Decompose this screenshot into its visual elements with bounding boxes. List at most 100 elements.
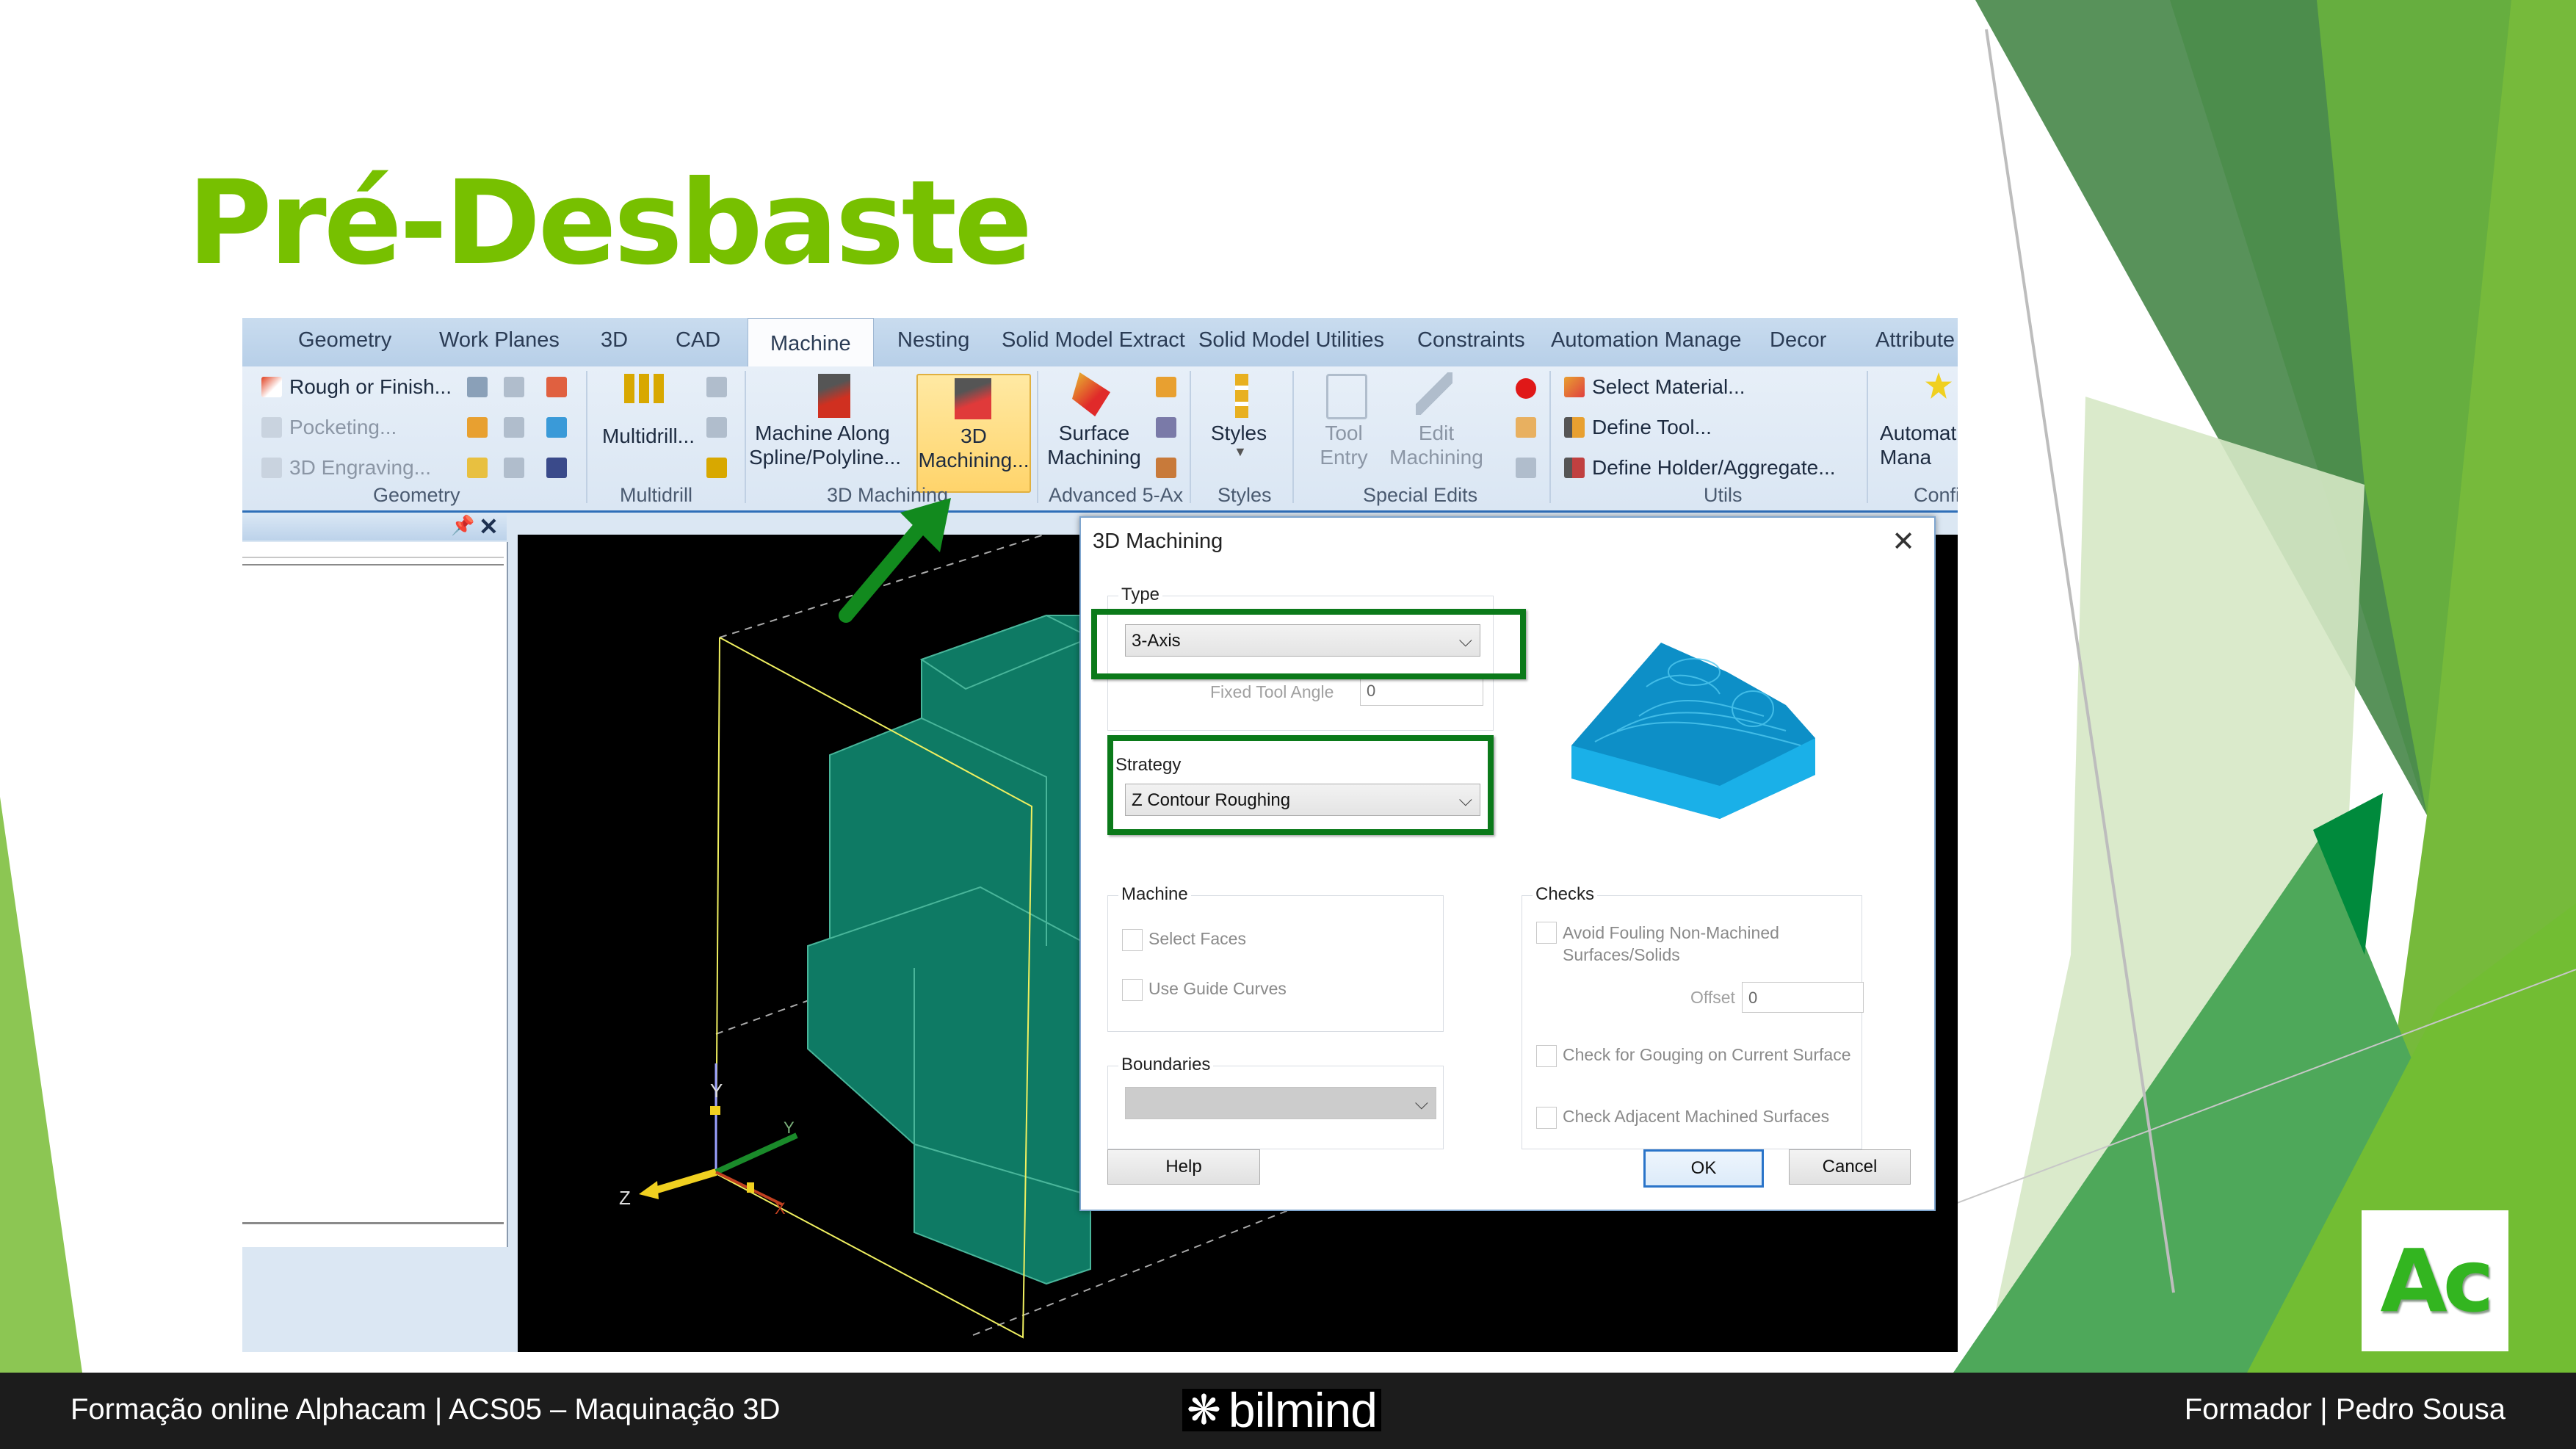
rough-or-finish-label: Rough or Finish... (289, 375, 452, 398)
drill-tool-icon[interactable] (706, 417, 727, 438)
machine-along-spline-icon (818, 374, 850, 418)
pin-icon[interactable]: 📌 (451, 514, 474, 537)
select-faces-checkbox[interactable]: Select Faces (1122, 929, 1246, 951)
close-panel-icon[interactable]: ✕ (479, 513, 499, 541)
pocketing-button[interactable]: Pocketing... (261, 416, 397, 439)
ok-button[interactable]: OK (1643, 1149, 1764, 1188)
define-holder-label: Define Holder/Aggregate... (1592, 456, 1836, 479)
check-gouging-checkbox[interactable]: Check for Gouging on Current Surface (1536, 1045, 1850, 1067)
pointer-arrow (839, 498, 951, 623)
5axis-tool-icon[interactable] (1156, 417, 1176, 438)
check-adjacent-checkbox[interactable]: Check Adjacent Machined Surfaces (1536, 1107, 1829, 1129)
tab-decor[interactable]: Decor (1770, 328, 1826, 353)
check-gouging-label: Check for Gouging on Current Surface (1563, 1045, 1851, 1064)
3d-machining-button[interactable]: 3D Machining... (916, 374, 1031, 493)
geometry-tool-icon[interactable] (467, 417, 488, 438)
tool-entry-button[interactable]: Tool Entry (1300, 421, 1388, 469)
close-icon[interactable]: ✕ (1892, 525, 1915, 558)
alphacam-logo: Ac (2362, 1210, 2508, 1351)
tab-cad[interactable]: CAD (676, 328, 720, 353)
select-material-button[interactable]: Select Material... (1564, 375, 1745, 399)
automation-manager-button[interactable]: Automat Mana (1873, 421, 1958, 469)
3d-engraving-button[interactable]: 3D Engraving... (261, 456, 431, 480)
boundaries-legend: Boundaries (1118, 1055, 1214, 1075)
5axis-tool-icon[interactable] (1156, 377, 1176, 397)
group-label-utils: Utils (1704, 484, 1743, 506)
5axis-tool-icon[interactable] (1156, 458, 1176, 478)
ribbon-tab-bar: Geometry Work Planes 3D CAD Machine Nest… (242, 318, 1958, 369)
chevron-down-icon: ⌵ (1414, 1094, 1428, 1113)
bilmind-logo-text: bilmind (1228, 1383, 1378, 1437)
tab-geometry[interactable]: Geometry (298, 328, 391, 353)
help-button[interactable]: Help (1107, 1149, 1260, 1185)
surface-machining-icon (1072, 372, 1110, 416)
record-icon[interactable] (1516, 378, 1536, 399)
machine-group: Machine (1107, 884, 1444, 1032)
edit-machining-button[interactable]: Edit Machining (1385, 421, 1488, 469)
boundaries-dropdown[interactable]: ⌵ (1125, 1087, 1436, 1119)
group-separator (1549, 371, 1551, 503)
footer-course-title: Formação online Alphacam | ACS05 – Maqui… (70, 1393, 781, 1425)
automation-star-icon (1925, 372, 1952, 399)
styles-dropdown-icon[interactable]: ▼ (1234, 444, 1247, 460)
pocketing-label: Pocketing... (289, 416, 397, 438)
geometry-tool-icon[interactable] (504, 417, 524, 438)
strategy-preview-image (1571, 643, 1815, 819)
tab-machine[interactable]: Machine (748, 318, 874, 369)
special-edit-icon[interactable] (1516, 458, 1536, 478)
geometry-tool-icon[interactable] (467, 458, 488, 478)
use-guide-curves-checkbox[interactable]: Use Guide Curves (1122, 979, 1287, 1001)
group-label-geometry: Geometry (373, 484, 460, 506)
geometry-tool-icon[interactable] (546, 417, 567, 438)
tab-attribute[interactable]: Attribute (1875, 328, 1955, 353)
side-panel-header: 📌 ✕ (242, 513, 507, 541)
machine-along-spline-button[interactable]: Machine Along Spline/Polyline... (749, 421, 901, 469)
geometry-tool-icon[interactable] (546, 377, 567, 397)
tab-constraints[interactable]: Constraints (1417, 328, 1525, 353)
group-label-styles: Styles (1218, 484, 1272, 506)
define-tool-button[interactable]: Define Tool... (1564, 416, 1712, 439)
3d-machining-label: 3D Machining... (918, 424, 1030, 471)
tab-nesting[interactable]: Nesting (897, 328, 969, 353)
drill-tool-icon[interactable] (706, 458, 727, 478)
type-legend: Type (1118, 585, 1163, 605)
footer-trainer: Formador | Pedro Sousa (2184, 1393, 2506, 1425)
pocketing-icon (261, 417, 282, 438)
geometry-tool-icon[interactable] (467, 377, 488, 397)
type-highlight-box (1091, 609, 1526, 679)
geometry-tool-icon[interactable] (504, 377, 524, 397)
checkbox-box (1122, 929, 1143, 951)
side-panel-body (242, 542, 508, 1247)
surface-machining-button[interactable]: Surface Machining (1043, 421, 1146, 469)
group-separator (586, 371, 587, 503)
define-tool-label: Define Tool... (1592, 416, 1712, 438)
bilmind-logo: ❋ bilmind (1182, 1383, 1382, 1437)
checkbox-box (1122, 979, 1143, 1001)
offset-input[interactable]: 0 (1742, 982, 1864, 1013)
axis-label-y2: Y (784, 1119, 795, 1137)
tab-3d[interactable]: 3D (601, 328, 628, 353)
rough-or-finish-button[interactable]: Rough or Finish... (261, 375, 452, 399)
avoid-fouling-label: Avoid Fouling Non-Machined Surfaces/Soli… (1563, 923, 1779, 964)
rough-finish-icon (261, 377, 282, 397)
geometry-tool-icon[interactable] (504, 458, 524, 478)
group-label-multidrill: Multidrill (620, 484, 693, 506)
fixed-tool-angle-input[interactable]: 0 (1360, 675, 1483, 706)
tab-automation-manager[interactable]: Automation Manage (1551, 328, 1742, 353)
check-adjacent-label: Check Adjacent Machined Surfaces (1563, 1107, 1830, 1126)
slide-title: Pré-Desbaste (187, 156, 1032, 291)
drill-tool-icon[interactable] (706, 377, 727, 397)
cancel-button[interactable]: Cancel (1789, 1149, 1911, 1185)
tab-work-planes[interactable]: Work Planes (439, 328, 560, 353)
group-label-special-edits: Special Edits (1363, 484, 1478, 506)
special-edit-icon[interactable] (1516, 417, 1536, 438)
group-separator (1292, 371, 1294, 503)
tab-solid-model-extract[interactable]: Solid Model Extract (1002, 328, 1185, 353)
multidrill-button[interactable]: Multidrill... (601, 424, 696, 448)
define-holder-button[interactable]: Define Holder/Aggregate... (1564, 456, 1836, 480)
axis-triad: Y Y Z X (619, 1063, 798, 1218)
tab-solid-model-utilities[interactable]: Solid Model Utilities (1198, 328, 1384, 353)
geometry-tool-icon[interactable] (546, 458, 567, 478)
avoid-fouling-checkbox[interactable]: Avoid Fouling Non-Machined Surfaces/Soli… (1536, 922, 1779, 966)
styles-button[interactable]: Styles (1198, 421, 1279, 445)
